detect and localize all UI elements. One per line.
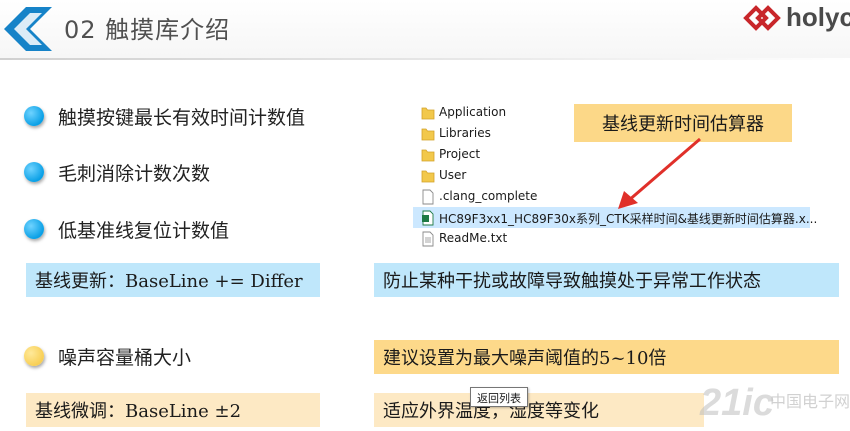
bullet-text: 低基准线复位计数值 <box>58 219 230 242</box>
excel-icon <box>422 210 434 226</box>
red-arrow-icon <box>618 137 701 209</box>
chevron-left-icon <box>4 7 52 51</box>
bullet-item: 噪声容量桶大小 <box>24 341 191 371</box>
file-list-item[interactable]: ReadMe.txt <box>413 228 810 249</box>
bullet-text: 毛刺消除计数次数 <box>58 162 211 185</box>
page-title: 02 触摸库介绍 <box>64 16 231 44</box>
logo-text: holyc <box>786 2 850 32</box>
bullet-item: 毛刺消除计数次数 <box>24 157 210 187</box>
baseline-trim-box: 基线微调：BaseLine ±2 <box>26 393 320 427</box>
folder-icon <box>421 107 435 120</box>
folder-icon <box>421 149 435 162</box>
bullet-item: 触摸按键最长有效时间计数值 <box>24 101 305 131</box>
file-name: User <box>439 168 467 182</box>
file-name: .clang_complete <box>439 189 538 203</box>
watermark-logo: 21ic <box>700 382 774 424</box>
text-file-icon <box>422 231 434 247</box>
back-to-list-tooltip[interactable]: 返回列表 <box>470 387 528 407</box>
file-icon <box>422 189 434 205</box>
bullet-item: 低基准线复位计数值 <box>24 214 229 244</box>
blue-bullet-icon <box>24 162 44 182</box>
folder-icon <box>421 170 435 183</box>
file-name: ReadMe.txt <box>439 231 508 245</box>
blue-bullet-icon <box>24 106 44 126</box>
file-name: Application <box>439 105 507 119</box>
env-adapt-box: 适应外界温度，湿度等变化 <box>374 393 704 427</box>
anti-interference-box: 防止某种干扰或故障导致触摸处于异常工作状态 <box>374 263 839 297</box>
bullet-text: 噪声容量桶大小 <box>58 346 192 369</box>
baseline-update-box: 基线更新：BaseLine += Differ <box>26 263 320 297</box>
folder-icon <box>421 128 435 141</box>
header-divider <box>0 58 850 60</box>
noise-suggestion-box: 建议设置为最大噪声阈值的5~10倍 <box>374 340 839 374</box>
blue-bullet-icon <box>24 219 44 239</box>
file-name: Libraries <box>439 126 491 140</box>
slide-header: 02 触摸库介绍 holyc <box>0 0 850 58</box>
yellow-bullet-icon <box>24 346 44 366</box>
watermark-subtext: 中国电子网 <box>770 392 850 411</box>
file-name: Project <box>439 147 481 161</box>
holychip-logo-icon <box>743 5 781 31</box>
bullet-text: 触摸按键最长有效时间计数值 <box>58 106 306 129</box>
